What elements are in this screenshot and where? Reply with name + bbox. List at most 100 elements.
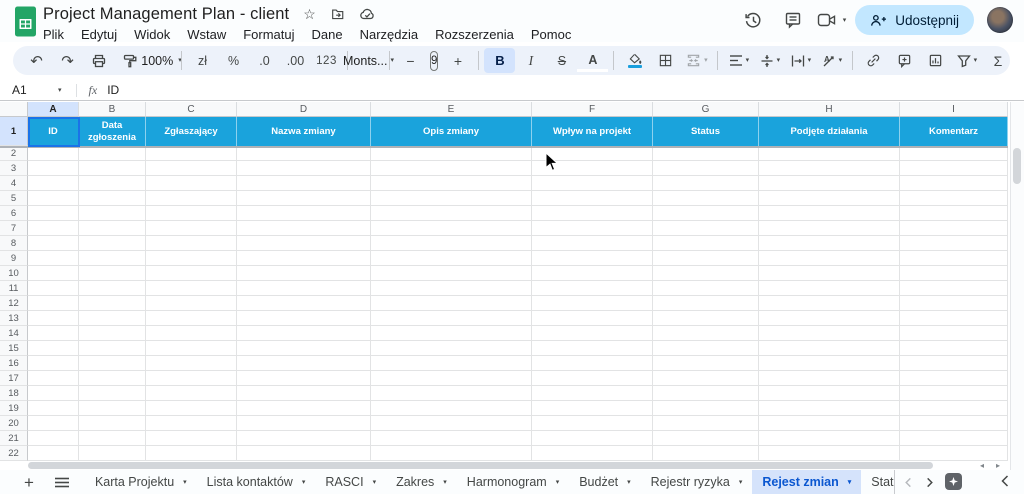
- row-header-9[interactable]: 9: [0, 251, 28, 266]
- row-header-4[interactable]: 4: [0, 176, 28, 191]
- sheet-tab-menu-icon[interactable]: ▾: [627, 479, 631, 486]
- menu-pomoc[interactable]: Pomoc: [531, 27, 571, 42]
- borders-button[interactable]: [650, 48, 681, 73]
- sheet-tab-stat[interactable]: Stat: [861, 470, 895, 494]
- merge-cells-button[interactable]: ▾: [681, 48, 712, 73]
- sheet-tab-rasci[interactable]: RASCI▾: [315, 470, 386, 494]
- sheet-tab-menu-icon[interactable]: ▾: [183, 479, 187, 486]
- row-header-20[interactable]: 20: [0, 416, 28, 431]
- sheet-tab-bud-et[interactable]: Budżet▾: [569, 470, 640, 494]
- formula-input[interactable]: ID: [107, 83, 119, 97]
- sheet-tab-harmonogram[interactable]: Harmonogram▾: [457, 470, 569, 494]
- row-header-21[interactable]: 21: [0, 431, 28, 446]
- sheet-tab-menu-icon[interactable]: ▾: [556, 479, 560, 486]
- row-header-15[interactable]: 15: [0, 341, 28, 356]
- italic-button[interactable]: I: [515, 48, 546, 73]
- tab-scroll-right-icon[interactable]: [924, 477, 935, 488]
- row-header-5[interactable]: 5: [0, 191, 28, 206]
- insert-link-button[interactable]: [858, 48, 889, 73]
- row-header-22[interactable]: 22: [0, 446, 28, 461]
- all-sheets-menu-icon[interactable]: [55, 477, 69, 488]
- fill-color-button[interactable]: [619, 48, 650, 73]
- header-cell-nazwa-zmiany[interactable]: Nazwa zmiany: [237, 117, 371, 146]
- row-header-7[interactable]: 7: [0, 221, 28, 236]
- font-family-select[interactable]: Monts... ▾: [353, 48, 384, 73]
- decrease-decimals-button[interactable]: .0: [249, 48, 280, 73]
- sheet-tab-menu-icon[interactable]: ▾: [443, 479, 447, 486]
- row-header-19[interactable]: 19: [0, 401, 28, 416]
- strikethrough-button[interactable]: S: [546, 48, 577, 73]
- filter-button[interactable]: ▾: [951, 48, 982, 73]
- sheet-tab-menu-icon[interactable]: ▾: [302, 479, 306, 486]
- text-wrap-button[interactable]: ▾: [785, 48, 816, 73]
- header-cell-komentarz[interactable]: Komentarz: [900, 117, 1008, 146]
- decrease-font-size-button[interactable]: −: [395, 48, 426, 73]
- share-button[interactable]: Udostępnij: [855, 5, 974, 35]
- row-header-1[interactable]: 1: [0, 117, 28, 146]
- row-header-13[interactable]: 13: [0, 311, 28, 326]
- zoom-select[interactable]: 100% ▾: [145, 48, 176, 73]
- name-box[interactable]: A1: [0, 83, 58, 97]
- move-folder-icon[interactable]: [330, 7, 345, 21]
- row-header-2[interactable]: 2: [0, 146, 28, 161]
- header-cell-status[interactable]: Status: [653, 117, 759, 146]
- row-header-8[interactable]: 8: [0, 236, 28, 251]
- column-header-G[interactable]: G: [653, 102, 759, 117]
- insert-chart-button[interactable]: [920, 48, 951, 73]
- header-cell-id[interactable]: ID: [28, 117, 79, 146]
- row-header-12[interactable]: 12: [0, 296, 28, 311]
- column-header-F[interactable]: F: [532, 102, 653, 117]
- name-box-dropdown-icon[interactable]: ▾: [58, 87, 62, 94]
- redo-button[interactable]: ↷: [52, 48, 83, 73]
- menu-widok[interactable]: Widok: [134, 27, 170, 42]
- grid-corner-select-all[interactable]: [0, 102, 28, 117]
- column-header-A[interactable]: A: [28, 102, 79, 117]
- star-icon[interactable]: ☆: [303, 7, 316, 21]
- column-header-I[interactable]: I: [900, 102, 1008, 117]
- vertical-scrollbar-thumb[interactable]: [1013, 148, 1021, 184]
- sheet-tab-karta-projektu[interactable]: Karta Projektu▾: [85, 470, 197, 494]
- column-header-E[interactable]: E: [371, 102, 532, 117]
- text-rotation-button[interactable]: A ▾: [816, 48, 847, 73]
- bold-button[interactable]: B: [484, 48, 515, 73]
- functions-button[interactable]: Σ: [982, 48, 1013, 73]
- row-header-6[interactable]: 6: [0, 206, 28, 221]
- sheet-tab-menu-icon[interactable]: ▾: [848, 479, 852, 486]
- grid-body[interactable]: [28, 146, 1008, 461]
- cloud-saved-icon[interactable]: [359, 7, 376, 21]
- column-header-C[interactable]: C: [146, 102, 237, 117]
- meet-dropdown-icon[interactable]: ▾: [843, 17, 847, 24]
- column-header-D[interactable]: D: [237, 102, 371, 117]
- document-title[interactable]: Project Management Plan - client: [43, 5, 289, 24]
- increase-decimals-button[interactable]: .00: [280, 48, 311, 73]
- user-avatar[interactable]: [987, 7, 1013, 33]
- collapse-toolbar-button[interactable]: [1013, 48, 1024, 73]
- sheet-tab-rejest-zmian[interactable]: Rejest zmian▾: [752, 470, 861, 494]
- row-header-14[interactable]: 14: [0, 326, 28, 341]
- sheet-tab-zakres[interactable]: Zakres▾: [386, 470, 457, 494]
- header-cell-data-zg-oszenia[interactable]: Data zgłoszenia: [79, 117, 146, 146]
- vertical-align-button[interactable]: ▾: [754, 48, 785, 73]
- sheet-tab-rejestr-ryzyka[interactable]: Rejestr ryzyka▾: [641, 470, 753, 494]
- menu-dane[interactable]: Dane: [312, 27, 343, 42]
- row-header-16[interactable]: 16: [0, 356, 28, 371]
- menu-rozszerzenia[interactable]: Rozszerzenia: [435, 27, 514, 42]
- currency-format-button[interactable]: zł: [187, 48, 218, 73]
- font-size-input[interactable]: 9: [430, 51, 438, 71]
- version-history-icon[interactable]: [739, 5, 769, 35]
- increase-font-size-button[interactable]: +: [442, 48, 473, 73]
- menu-formatuj[interactable]: Formatuj: [243, 27, 294, 42]
- number-format-button[interactable]: 123: [311, 48, 342, 73]
- sheet-tab-lista-kontakt-w[interactable]: Lista kontaktów▾: [197, 470, 316, 494]
- add-sheet-button[interactable]: +: [24, 474, 34, 491]
- insert-comment-button[interactable]: [889, 48, 920, 73]
- horizontal-scrollbar-thumb[interactable]: [28, 462, 933, 469]
- column-header-H[interactable]: H: [759, 102, 900, 117]
- row-header-17[interactable]: 17: [0, 371, 28, 386]
- header-cell-podj-te-dzia-ania[interactable]: Podjęte działania: [759, 117, 900, 146]
- row-header-18[interactable]: 18: [0, 386, 28, 401]
- undo-button[interactable]: ↶: [21, 48, 52, 73]
- meet-button[interactable]: ▾: [817, 12, 847, 28]
- row-header-3[interactable]: 3: [0, 161, 28, 176]
- row-header-11[interactable]: 11: [0, 281, 28, 296]
